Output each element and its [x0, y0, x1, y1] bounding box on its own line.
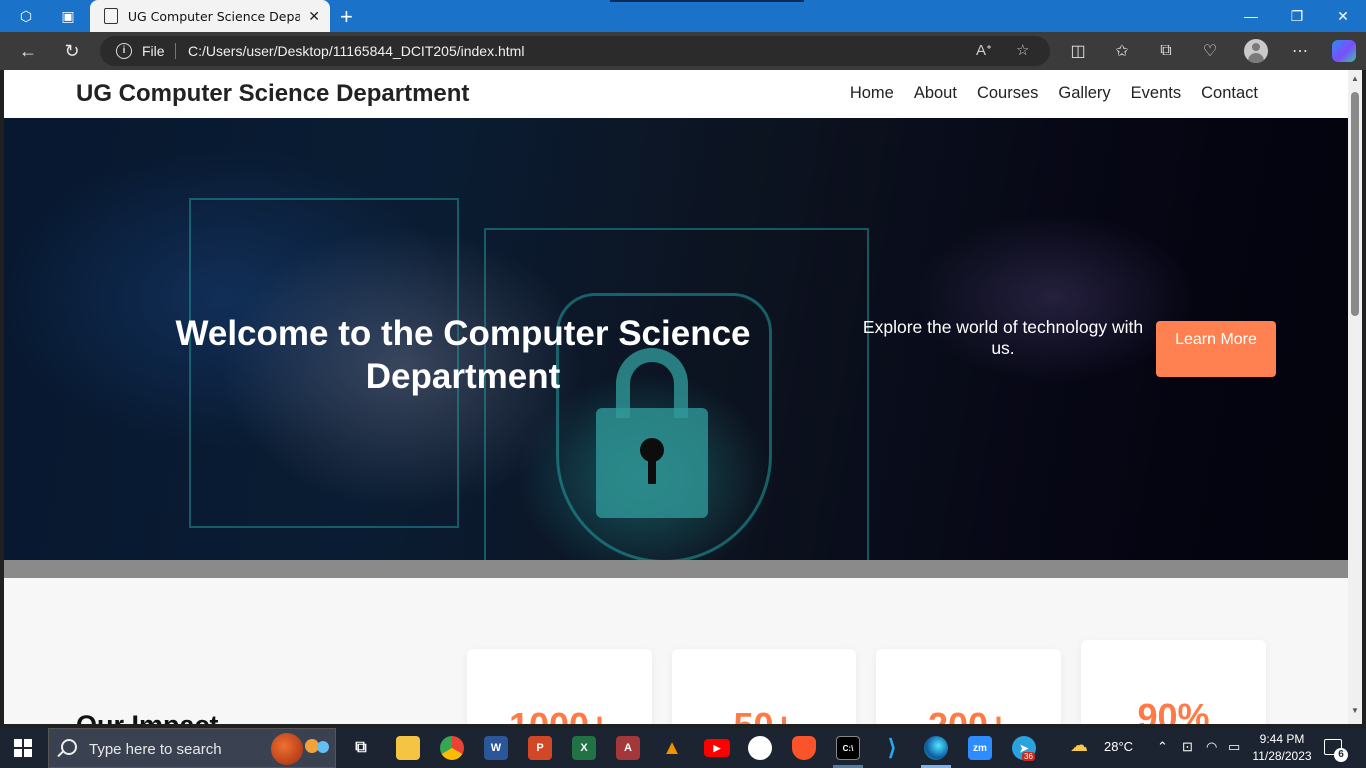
windows-taskbar: Type here to search ⧉ W P X A ▲ ▶ C:\ ⟩ … — [0, 728, 1366, 768]
profile-avatar[interactable] — [1244, 39, 1268, 63]
start-button[interactable] — [14, 739, 32, 757]
file-explorer-icon[interactable] — [396, 736, 420, 760]
chrome-icon[interactable] — [440, 736, 464, 760]
youtube-icon[interactable]: ▶ — [704, 739, 730, 757]
vlc-icon[interactable]: ▲ — [660, 736, 684, 760]
hero-subtitle: Explore the world of technology with us. — [862, 317, 1144, 358]
nav-events[interactable]: Events — [1131, 84, 1181, 103]
browser-essentials-icon[interactable]: ♡ — [1198, 40, 1222, 62]
search-placeholder: Type here to search — [89, 741, 222, 758]
address-url[interactable]: C:/Users/user/Desktop/11165844_DCIT205/i… — [188, 43, 524, 59]
excel-icon[interactable]: X — [572, 736, 596, 760]
window-drag-indicator — [610, 0, 804, 2]
tab-actions-icon[interactable]: ▣ — [58, 6, 78, 26]
search-icon — [61, 739, 77, 755]
window-edge — [1362, 70, 1366, 724]
search-highlight-icon — [271, 733, 303, 765]
stat-card: 50+ — [672, 649, 856, 724]
weather-icon[interactable]: ☁ — [1070, 735, 1088, 756]
address-prefix: File — [142, 43, 165, 59]
scroll-down-icon[interactable]: ▼ — [1351, 706, 1359, 715]
address-bar[interactable]: i File C:/Users/user/Desktop/11165844_DC… — [100, 36, 1050, 66]
zoom-icon[interactable]: zm — [968, 736, 992, 760]
vscode-icon[interactable]: ⟩ — [880, 735, 904, 760]
terminal-icon[interactable]: C:\ — [836, 736, 860, 760]
nav-about[interactable]: About — [914, 84, 957, 103]
weather-temp[interactable]: 28°C — [1104, 739, 1133, 754]
search-highlight-icon — [317, 741, 329, 753]
nav-home[interactable]: Home — [850, 84, 894, 103]
telegram-badge: 36 — [1022, 752, 1035, 761]
stat-value: 50+ — [672, 705, 856, 724]
github-icon[interactable] — [748, 736, 772, 760]
split-screen-icon[interactable]: ◫ — [1066, 40, 1090, 62]
site-nav: Home About Courses Gallery Events Contac… — [850, 84, 1258, 103]
page-favicon-icon — [104, 8, 118, 24]
hero-banner: Welcome to the Computer Science Departme… — [4, 118, 1348, 560]
close-window-button[interactable]: ✕ — [1320, 0, 1366, 32]
access-icon[interactable]: A — [616, 736, 640, 760]
notification-count: 6 — [1334, 748, 1348, 762]
hero-title: Welcome to the Computer Science Departme… — [175, 314, 751, 396]
refresh-icon[interactable]: ↻ — [60, 40, 84, 62]
stat-card: 200+ — [876, 649, 1061, 724]
clock-time: 9:44 PM — [1259, 732, 1305, 746]
hero-bottom-strip — [4, 560, 1348, 578]
nav-gallery[interactable]: Gallery — [1058, 84, 1110, 103]
scroll-up-icon[interactable]: ▲ — [1351, 74, 1359, 83]
word-icon[interactable]: W — [484, 736, 508, 760]
minimize-button[interactable]: — — [1228, 0, 1274, 32]
read-aloud-icon[interactable]: Aᐩ — [976, 41, 992, 59]
workspaces-icon[interactable]: ⬡ — [16, 6, 36, 26]
wifi-icon[interactable]: ◠ — [1206, 739, 1217, 755]
browser-title-bar: ⬡ ▣ UG Computer Science Departme ✕ + — ❐… — [0, 0, 1366, 32]
maximize-button[interactable]: ❐ — [1274, 0, 1320, 32]
browser-toolbar: ← ↻ i File C:/Users/user/Desktop/1116584… — [0, 32, 1366, 70]
info-icon[interactable]: i — [116, 43, 132, 59]
stat-value: 200+ — [876, 705, 1061, 724]
favorites-icon[interactable]: ✩ — [1110, 40, 1134, 62]
page-scrollbar[interactable]: ▲ ▼ — [1348, 70, 1362, 724]
learn-more-button[interactable]: Learn More — [1156, 321, 1276, 377]
stat-card: 90% — [1081, 640, 1266, 724]
page-viewport: UG Computer Science Department Home Abou… — [4, 70, 1348, 724]
address-divider — [175, 43, 176, 59]
task-view-icon[interactable]: ⧉ — [349, 736, 373, 760]
show-hidden-icons[interactable]: ⌃ — [1157, 739, 1168, 755]
new-tab-button[interactable]: + — [340, 4, 353, 30]
tab-close-icon[interactable]: ✕ — [308, 8, 320, 25]
tab-title: UG Computer Science Departme — [127, 8, 301, 24]
taskbar-search[interactable]: Type here to search — [48, 728, 336, 768]
meet-now-icon[interactable]: ⊡ — [1182, 739, 1193, 755]
impact-title: Our Impact — [76, 710, 219, 724]
favorite-star-icon[interactable]: ☆ — [1016, 41, 1029, 59]
stat-card: 1000+ — [467, 649, 652, 724]
site-brand[interactable]: UG Computer Science Department — [76, 80, 469, 108]
system-clock[interactable]: 9:44 PM 11/28/2023 — [1250, 731, 1314, 765]
more-options-icon[interactable]: ⋯ — [1288, 40, 1312, 62]
scrollbar-thumb[interactable] — [1351, 92, 1359, 316]
collections-icon[interactable]: ⧉ — [1154, 40, 1178, 62]
site-header: UG Computer Science Department Home Abou… — [4, 70, 1348, 118]
stat-value: 90% — [1137, 696, 1210, 724]
stat-value: 1000+ — [467, 705, 652, 724]
powerpoint-icon[interactable]: P — [528, 736, 552, 760]
back-arrow-icon[interactable]: ← — [16, 40, 40, 62]
brave-icon[interactable] — [792, 736, 816, 760]
copilot-icon[interactable] — [1332, 40, 1356, 62]
battery-icon[interactable]: ▭ — [1228, 739, 1240, 755]
nav-courses[interactable]: Courses — [977, 84, 1038, 103]
edge-icon[interactable] — [924, 736, 948, 760]
browser-tab[interactable]: UG Computer Science Departme ✕ — [90, 0, 330, 32]
nav-contact[interactable]: Contact — [1201, 84, 1258, 103]
clock-date: 11/28/2023 — [1252, 749, 1312, 763]
